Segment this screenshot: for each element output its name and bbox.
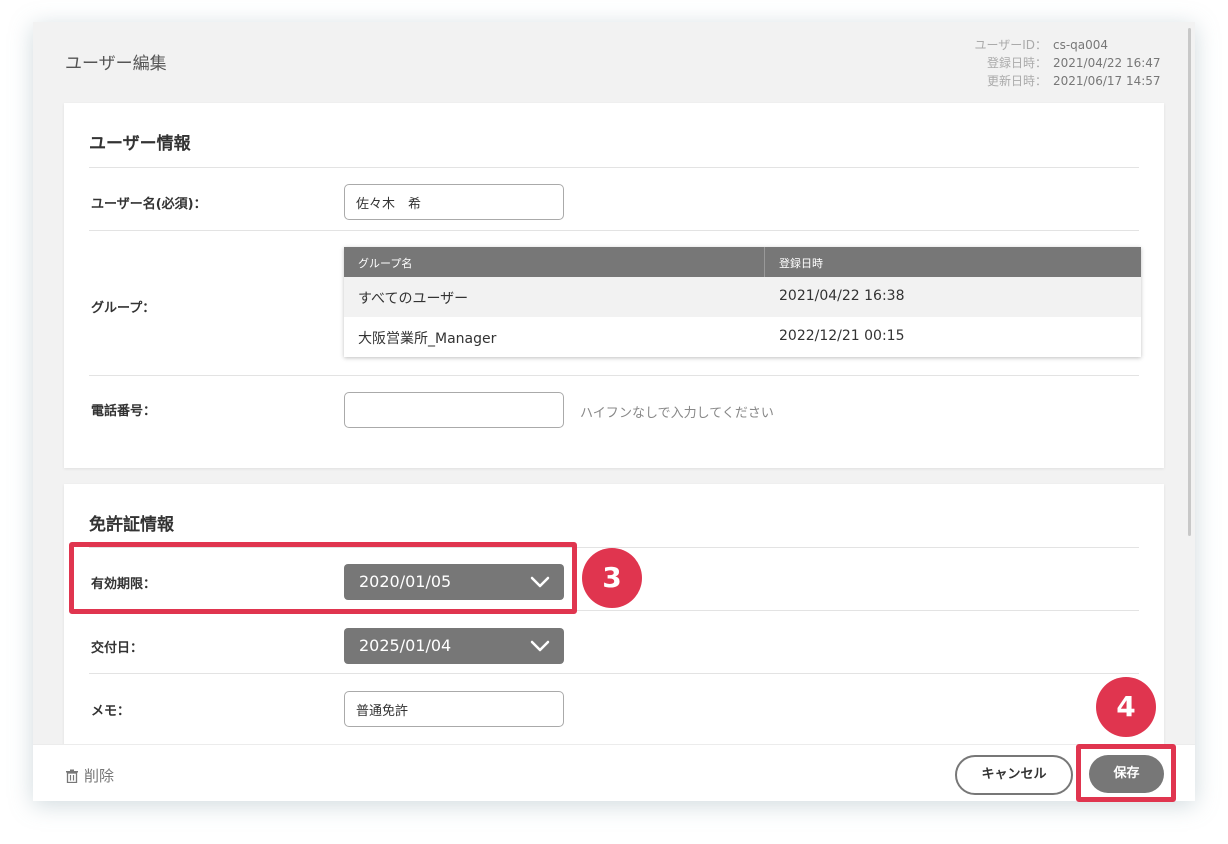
meta-value: cs-qa004	[1053, 38, 1109, 52]
username-input[interactable]	[344, 184, 564, 220]
table-row[interactable]: すべてのユーザー 2021/04/22 16:38	[344, 277, 1141, 317]
cancel-button[interactable]: キャンセル	[955, 755, 1073, 795]
edit-user-window: ユーザー編集 ユーザーID： cs-qa004 登録日時： 2021/04/22…	[33, 22, 1195, 801]
username-label: ユーザー名(必須)：	[91, 197, 207, 212]
meta-created: 登録日時： 2021/04/22 16:47	[974, 54, 1163, 72]
group-label: グループ：	[91, 301, 156, 316]
memo-input[interactable]	[344, 691, 564, 727]
delete-button[interactable]: 削除	[65, 765, 114, 786]
phone-label: 電話番号：	[91, 404, 157, 419]
user-info-title: ユーザー情報	[89, 134, 191, 154]
step3-badge: 3	[582, 548, 642, 608]
table-row[interactable]: 大阪営業所_Manager 2022/12/21 00:15	[344, 317, 1141, 357]
group-date-cell: 2021/04/22 16:38	[779, 288, 905, 304]
group-name-cell: 大阪営業所_Manager	[358, 331, 497, 347]
footer-bar: 削除 キャンセル 保存	[33, 744, 1195, 801]
issue-date-label: 交付日：	[91, 641, 144, 656]
phone-input[interactable]	[344, 392, 564, 428]
step4-badge: 4	[1096, 677, 1156, 737]
delete-label: 削除	[84, 767, 115, 785]
meta-value: 2021/06/17 14:57	[1053, 74, 1161, 88]
license-info-title: 免許証情報	[89, 515, 174, 535]
divider	[89, 375, 1139, 376]
group-table: グループ名 登録日時 すべてのユーザー 2021/04/22 16:38 大阪営…	[344, 247, 1141, 357]
group-table-header: グループ名 登録日時	[344, 247, 1141, 277]
meta-label: 登録日時：	[986, 56, 1047, 70]
license-info-card: 免許証情報 有効期限： 2020/01/05 交付日： 2025/01/04 メ…	[64, 484, 1164, 784]
divider	[89, 167, 1139, 168]
step4-highlight-box	[1076, 744, 1176, 802]
column-separator	[764, 247, 765, 277]
meta-label: 更新日時：	[986, 74, 1047, 88]
issue-date-select[interactable]: 2025/01/04	[344, 628, 564, 664]
user-meta: ユーザーID： cs-qa004 登録日時： 2021/04/22 16:47 …	[974, 36, 1163, 90]
divider	[89, 230, 1139, 231]
memo-label: メモ：	[91, 704, 131, 719]
scrollbar[interactable]	[1188, 28, 1191, 536]
group-date-header: 登録日時	[779, 257, 823, 270]
chevron-down-icon	[530, 640, 550, 652]
group-name-cell: すべてのユーザー	[358, 291, 469, 307]
phone-hint: ハイフンなしで入力してください	[580, 406, 774, 421]
step3-highlight-box	[69, 542, 577, 614]
trash-icon	[66, 769, 78, 783]
divider	[89, 673, 1139, 674]
user-info-card: ユーザー情報 ユーザー名(必須)： グループ： グループ名 登録日時 すべてのユ…	[64, 103, 1164, 468]
page-title: ユーザー編集	[65, 54, 167, 74]
group-date-cell: 2022/12/21 00:15	[779, 328, 905, 344]
meta-user-id: ユーザーID： cs-qa004	[974, 36, 1163, 54]
meta-label: ユーザーID：	[974, 38, 1047, 52]
issue-date-value: 2025/01/04	[359, 636, 452, 655]
meta-updated: 更新日時： 2021/06/17 14:57	[974, 72, 1163, 90]
meta-value: 2021/04/22 16:47	[1053, 56, 1161, 70]
group-name-header: グループ名	[358, 257, 413, 270]
